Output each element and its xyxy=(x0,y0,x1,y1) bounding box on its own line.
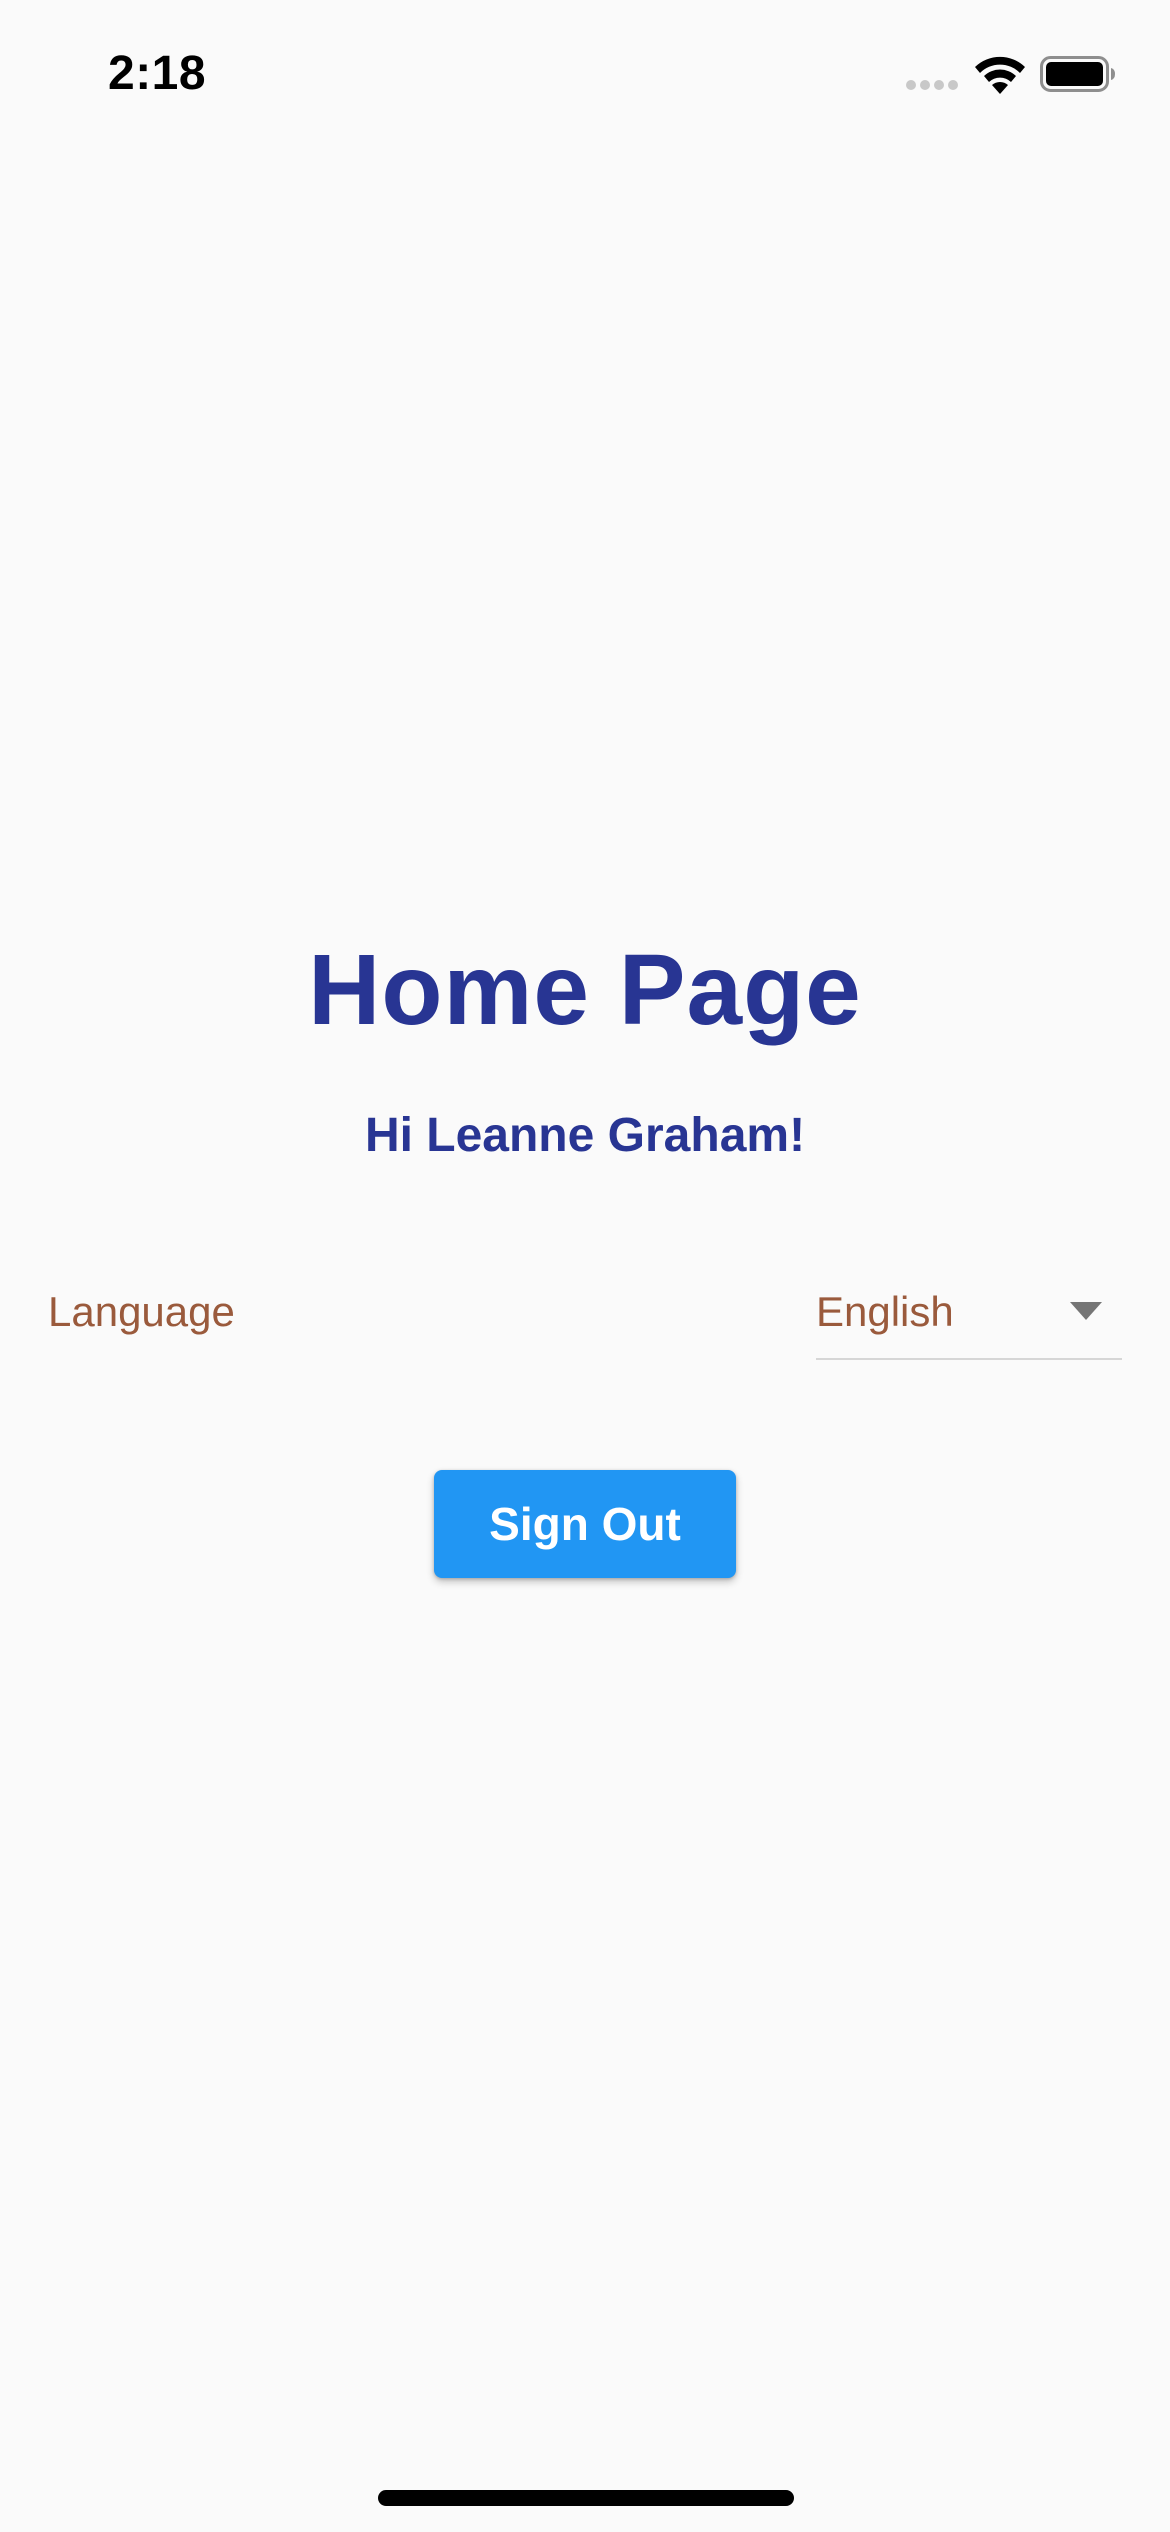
language-selected-value: English xyxy=(816,1288,954,1335)
language-label: Language xyxy=(48,1288,235,1335)
dropdown-arrow-icon xyxy=(1070,1302,1102,1320)
status-time: 2:18 xyxy=(108,47,207,100)
battery-icon xyxy=(1040,56,1115,92)
sign-out-button[interactable]: Sign Out xyxy=(434,1470,736,1578)
wifi-icon xyxy=(975,56,1025,94)
language-dropdown[interactable]: English xyxy=(816,1270,1122,1360)
greeting-text: Hi Leanne Graham! xyxy=(364,1109,806,1162)
status-bar: 2:18 xyxy=(0,0,1170,150)
language-row: Language English xyxy=(48,1270,1122,1360)
cellular-signal-icon xyxy=(906,80,960,92)
page-title: Home Page xyxy=(308,934,862,1046)
home-indicator[interactable] xyxy=(378,2490,794,2506)
